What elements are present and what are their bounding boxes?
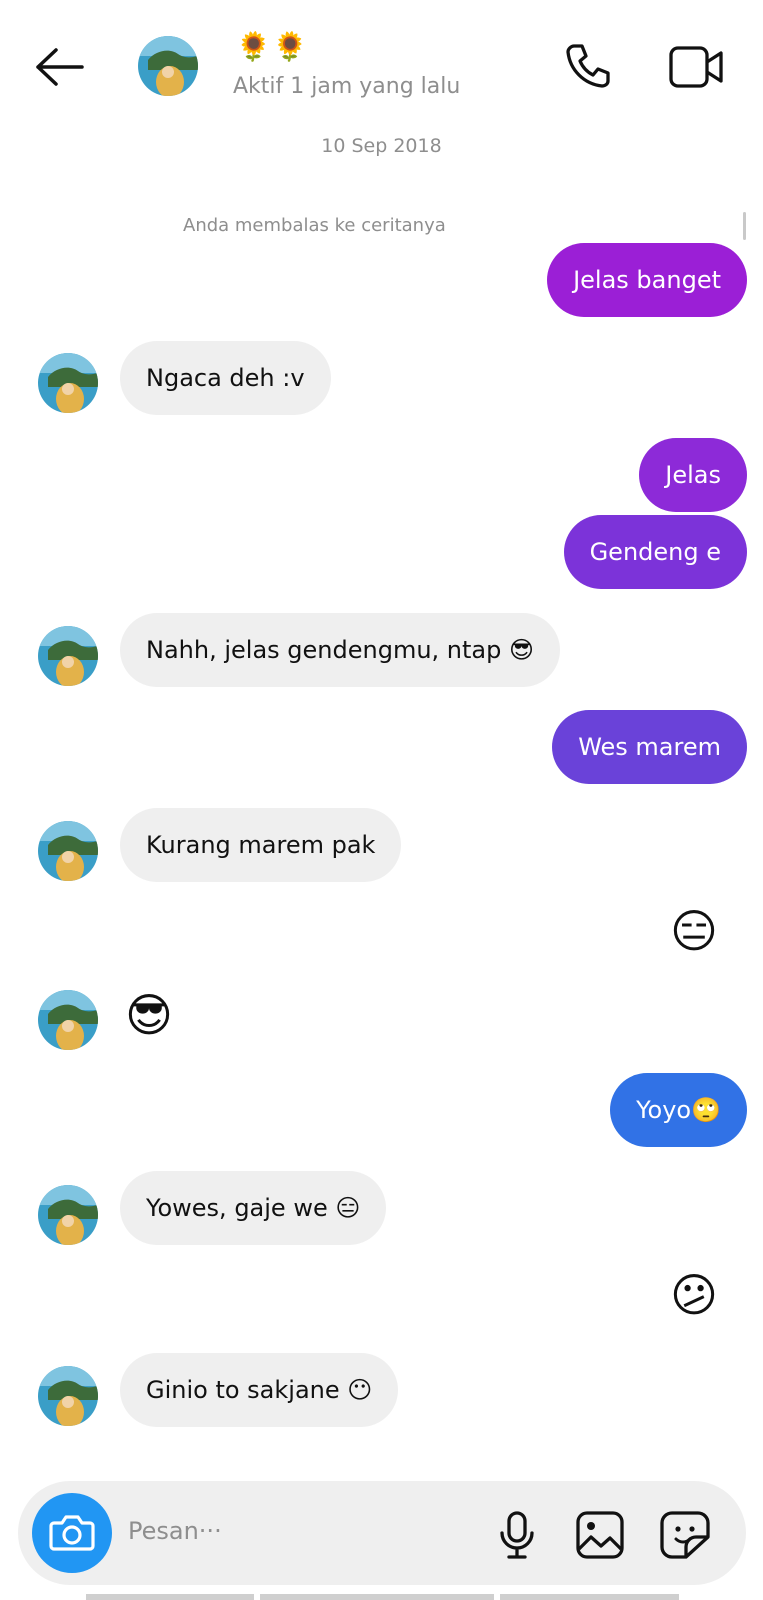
system-nav-bar <box>86 1594 679 1600</box>
phone-icon[interactable] <box>562 40 614 92</box>
outgoing-message[interactable]: Wes marem <box>552 710 747 784</box>
date-separator: 10 Sep 2018 <box>321 135 442 157</box>
nav-segment <box>260 1594 494 1600</box>
outgoing-message[interactable]: Jelas <box>639 438 747 512</box>
outgoing-message[interactable]: Jelas banget <box>547 243 747 317</box>
contact-avatar-small[interactable] <box>38 1185 98 1245</box>
active-status: Aktif 1 jam yang lalu <box>233 74 461 99</box>
contact-avatar-small[interactable] <box>38 1366 98 1426</box>
incoming-emoji-message[interactable]: 😎 <box>125 992 173 1038</box>
outgoing-message[interactable]: Gendeng e <box>563 515 747 589</box>
incoming-message[interactable]: Ginio to sakjane 😶 <box>120 1353 399 1427</box>
video-call-icon[interactable] <box>668 42 726 92</box>
outgoing-emoji-message[interactable]: 😕 <box>670 1272 718 1318</box>
gallery-icon[interactable] <box>574 1509 626 1561</box>
back-arrow-icon[interactable] <box>30 42 90 92</box>
sticker-icon[interactable] <box>658 1509 712 1561</box>
incoming-message[interactable]: Kurang marem pak <box>120 808 402 882</box>
story-reply-note: Anda membalas ke ceritanya <box>183 215 446 236</box>
contact-avatar-small[interactable] <box>38 990 98 1050</box>
incoming-message[interactable]: Nahh, jelas gendengmu, ntap 😎 <box>120 613 560 687</box>
message-composer: Pesan··· <box>18 1481 746 1585</box>
microphone-icon[interactable] <box>492 1509 542 1561</box>
nav-segment <box>500 1594 679 1600</box>
contact-name[interactable]: 🌻🌻 <box>236 30 310 63</box>
contact-avatar[interactable] <box>138 36 198 96</box>
contact-avatar-small[interactable] <box>38 821 98 881</box>
contact-avatar-small[interactable] <box>38 626 98 686</box>
contact-avatar-small[interactable] <box>38 353 98 413</box>
chat-header: 🌻🌻 Aktif 1 jam yang lalu <box>0 0 763 140</box>
message-input[interactable]: Pesan··· <box>128 1517 222 1545</box>
camera-icon[interactable] <box>32 1493 112 1573</box>
scrollbar-thumb[interactable] <box>743 212 746 240</box>
nav-segment <box>86 1594 254 1600</box>
outgoing-emoji-message[interactable]: 😑 <box>670 908 718 954</box>
incoming-message[interactable]: Ngaca deh :v <box>120 341 331 415</box>
outgoing-message[interactable]: Yoyo🙄 <box>610 1073 747 1147</box>
incoming-message[interactable]: Yowes, gaje we 😑 <box>120 1171 387 1245</box>
